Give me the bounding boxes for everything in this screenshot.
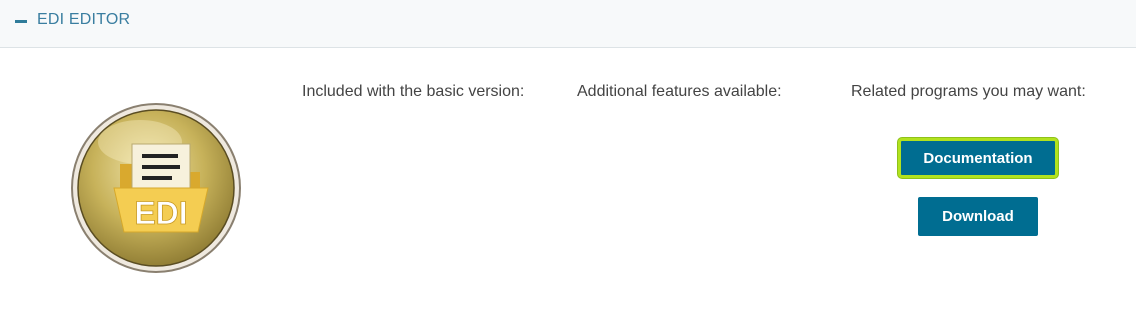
basic-version-heading: Included with the basic version: xyxy=(302,83,525,100)
related-programs-heading: Related programs you may want: xyxy=(851,83,1086,100)
edi-product-icon: EDI xyxy=(71,103,241,273)
badge-label: EDI xyxy=(134,195,187,231)
minus-icon[interactable] xyxy=(15,20,27,23)
download-button[interactable]: Download xyxy=(918,197,1038,236)
section-header-edi-editor[interactable]: EDI EDITOR xyxy=(0,0,1136,48)
section-title: EDI EDITOR xyxy=(37,11,131,28)
additional-features-heading: Additional features available: xyxy=(577,83,782,100)
documentation-button[interactable]: Documentation xyxy=(898,138,1058,178)
